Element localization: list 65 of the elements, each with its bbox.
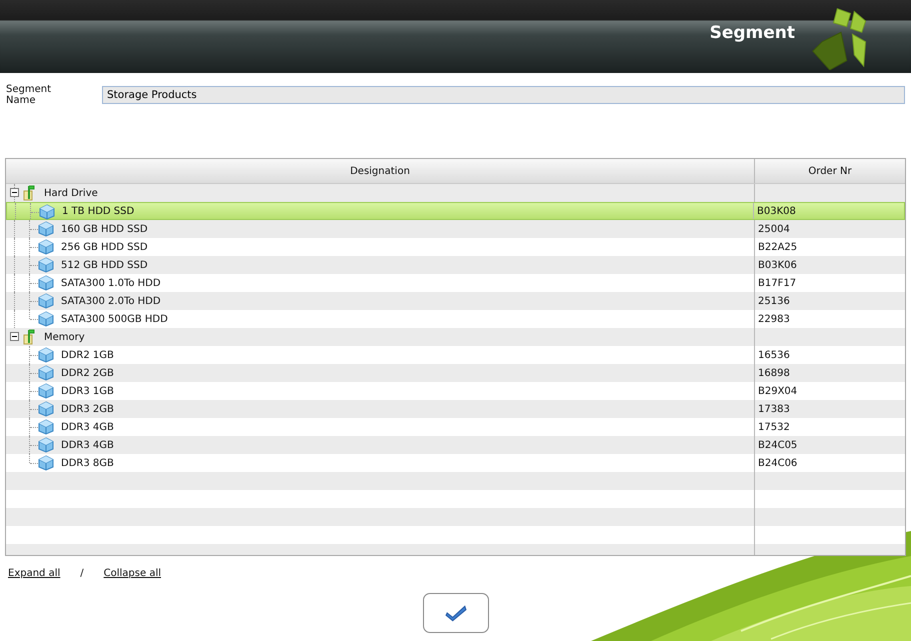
item-name: DDR2 1GB [61,350,114,360]
tree-row[interactable]: DDR3 4GB B24C05 [6,436,905,454]
confirm-button[interactable] [422,593,488,633]
cube-icon [38,221,54,237]
order-number: B03K08 [756,206,796,216]
item-name: SATA300 2.0To HDD [61,296,161,306]
item-name: 256 GB HDD SSD [61,242,148,252]
tree-row[interactable]: SATA300 2.0To HDD 25136 [6,292,905,310]
separator-text: / [80,568,84,579]
order-number: B29X04 [757,386,798,396]
cube-icon [38,347,54,363]
column-header[interactable]: Designation [6,159,754,183]
order-number: B17F17 [757,278,796,288]
collapse-icon[interactable] [10,332,19,341]
cube-icon [38,401,54,417]
expand-all-link[interactable]: Expand all [8,568,60,579]
tree-row[interactable]: 1 TB HDD SSD B03K08 [6,202,905,220]
tree-row[interactable]: DDR3 2GB 17383 [6,400,905,418]
item-name: 1 TB HDD SSD [62,206,134,216]
collapse-icon[interactable] [10,188,19,197]
folder-flag-icon [23,329,35,345]
order-number: B22A25 [757,242,798,252]
order-number: B24C06 [757,458,798,468]
order-number: B03K06 [757,260,797,270]
cube-icon [38,455,54,471]
item-name: DDR3 4GB [61,422,114,432]
item-name: SATA300 500GB HDD [61,314,168,324]
order-number: 25136 [757,296,790,306]
cube-icon [38,293,54,309]
column-header[interactable]: Order Nr [754,159,905,183]
cube-icon [38,311,54,327]
cube-icon [38,437,54,453]
order-number: 22983 [757,314,790,324]
item-name: DDR3 4GB [61,440,114,450]
cube-icon [38,383,54,399]
group-name[interactable]: Hard Drive [44,188,98,198]
item-name: DDR2 2GB [61,368,114,378]
order-number: 25004 [757,224,790,234]
order-number: 16536 [757,350,790,360]
item-name: DDR3 8GB [61,458,114,468]
order-number: 17383 [757,404,790,414]
item-name: 512 GB HDD SSD [61,260,148,270]
cube-icon [38,365,54,381]
cube-icon [39,204,55,220]
item-name: DDR3 2GB [61,404,114,414]
cube-icon [38,239,54,255]
page-title: Segment [710,22,795,42]
tree-row[interactable]: 512 GB HDD SSD B03K06 [6,256,905,274]
item-name: 160 GB HDD SSD [61,224,148,234]
order-number: B24C05 [757,440,798,450]
segment-name-label: Segment Name [6,84,52,106]
collapse-all-link[interactable]: Collapse all [104,568,161,579]
folder-flag-icon [23,185,35,201]
segment-name-field[interactable]: Storage Products [102,86,905,104]
cube-icon [38,257,54,273]
order-number: 17532 [757,422,790,432]
cube-icon [38,419,54,435]
tree-row[interactable]: DDR2 2GB 16898 [6,364,905,382]
item-name: SATA300 1.0To HDD [61,278,161,288]
cube-icon [38,275,54,291]
tree-row[interactable]: 160 GB HDD SSD 25004 [6,220,905,238]
item-name: DDR3 1GB [61,386,114,396]
checkmark-icon [444,604,466,622]
group-name[interactable]: Memory [44,332,85,342]
order-number: 16898 [757,368,790,378]
